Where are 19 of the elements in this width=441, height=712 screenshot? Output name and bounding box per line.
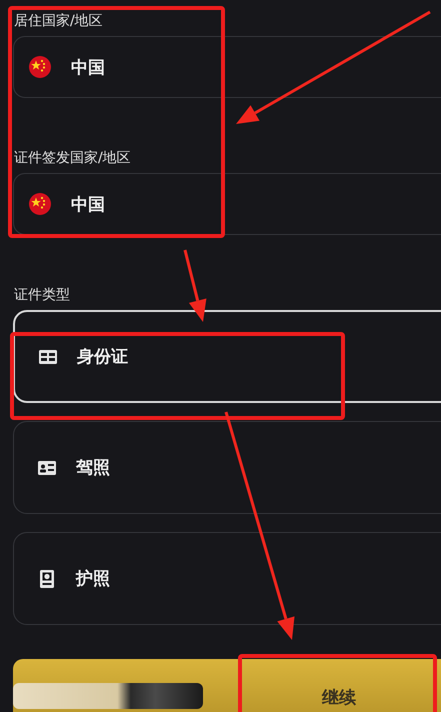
option-label: 驾照 [76,457,110,479]
china-flag-icon [29,56,51,78]
option-label: 护照 [76,568,110,590]
license-card-icon [38,460,56,474]
passport-icon [38,570,56,588]
option-label: 身份证 [77,346,128,368]
country-value: 中国 [71,194,105,216]
id-type-option[interactable]: 驾照 [13,421,441,514]
china-flag-icon [29,193,51,215]
continue-button[interactable]: 继续 [239,675,439,712]
country-field[interactable]: 中国 [13,36,441,98]
field-label: 证件类型 [14,286,70,304]
country-value: 中国 [71,56,105,78]
field-label: 居住国家/地区 [14,12,103,30]
field-label: 证件签发国家/地区 [14,149,131,167]
id-card-icon [39,350,57,364]
country-field[interactable]: 中国 [13,173,441,235]
id-type-option[interactable]: 护照 [13,532,441,625]
id-type-option[interactable]: 身份证 [13,310,441,403]
